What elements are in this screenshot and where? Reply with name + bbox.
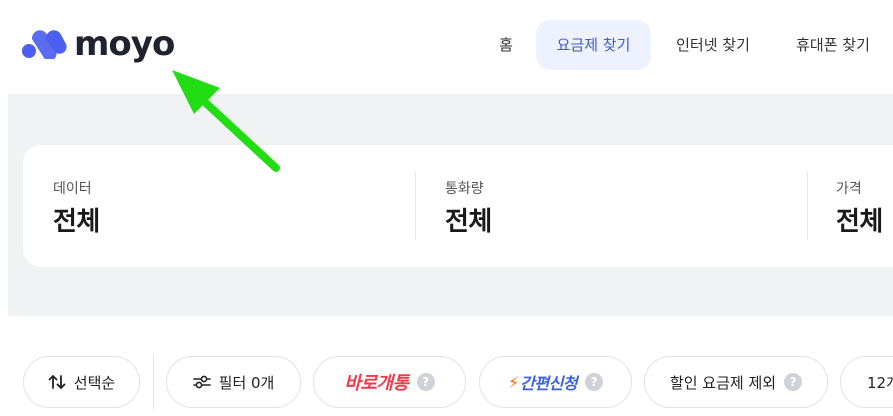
promo-ganpyeon-label: 간편신청 xyxy=(520,374,578,393)
filter-divider xyxy=(415,172,416,240)
filter-price[interactable]: 가격 전체 xyxy=(836,145,893,267)
filter-card: 데이터 전체 통화량 전체 가격 전체 xyxy=(23,145,893,267)
count-label: 12개 xyxy=(867,373,893,392)
nav-home[interactable]: 홈 xyxy=(490,20,522,70)
exclude-discount-label: 할인 요금제 제외 xyxy=(669,373,777,392)
nav-plan-search[interactable]: 요금제 찾기 xyxy=(536,20,651,70)
filter-price-label: 가격 xyxy=(836,181,862,197)
promo-baro-button[interactable]: 바로개통 ? xyxy=(313,356,466,408)
filter-data-value: 전체 xyxy=(53,207,100,237)
site-header: moyo 홈 요금제 찾기 인터넷 찾기 휴대폰 찾기 xyxy=(0,0,893,92)
filter-call-label: 통화량 xyxy=(445,181,484,197)
sort-label: 선택순 xyxy=(73,373,116,392)
filter-divider xyxy=(807,172,808,240)
annotation-arrow-icon xyxy=(172,70,280,172)
sort-arrows-icon xyxy=(48,374,66,390)
filter-call-value: 전체 xyxy=(445,207,492,237)
sort-button[interactable]: 선택순 xyxy=(23,356,140,408)
filter-data-label: 데이터 xyxy=(53,181,92,197)
main-nav: 홈 요금제 찾기 인터넷 찾기 휴대폰 찾기 xyxy=(0,20,893,70)
help-icon[interactable]: ? xyxy=(585,373,604,391)
exclude-discount-button[interactable]: 할인 요금제 제외 ? xyxy=(644,356,828,408)
filter-button[interactable]: 필터 0개 xyxy=(166,356,301,408)
promo-baro-label: 바로개통 xyxy=(344,373,409,394)
chip-divider xyxy=(153,354,154,410)
filter-call[interactable]: 통화량 전체 xyxy=(445,145,825,267)
nav-internet-search[interactable]: 인터넷 찾기 xyxy=(664,20,762,70)
filter-price-value: 전체 xyxy=(836,207,883,237)
promo-ganpyeon-button[interactable]: ⚡ 간편신청 ? xyxy=(479,356,632,408)
help-icon[interactable]: ? xyxy=(784,373,803,391)
lightning-icon: ⚡ xyxy=(507,372,520,392)
nav-phone-search[interactable]: 휴대폰 찾기 xyxy=(782,20,884,70)
help-icon[interactable]: ? xyxy=(416,373,435,391)
filter-count-label: 필터 0개 xyxy=(218,373,275,392)
count-chip[interactable]: 12개 xyxy=(840,356,893,408)
sliders-icon xyxy=(192,374,211,390)
